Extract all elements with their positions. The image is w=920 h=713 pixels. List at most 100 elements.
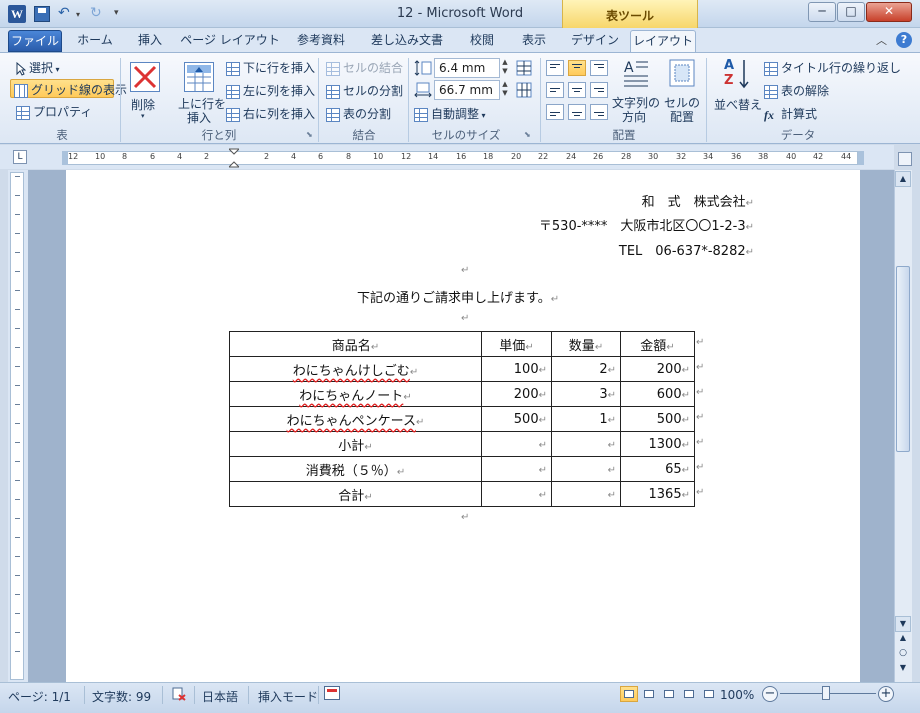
zoom-level[interactable]: 100% — [720, 688, 754, 702]
formula-button[interactable]: fx 計算式 — [764, 105, 817, 122]
header-product[interactable]: 商品名↵ — [229, 331, 482, 357]
tab-selector-button[interactable]: L — [13, 150, 27, 164]
insert-above-button[interactable]: 上に行を 挿入 — [176, 60, 226, 125]
merge-cells-button[interactable]: セルの結合 — [326, 59, 403, 76]
word-count[interactable]: 文字数: 99 — [92, 688, 151, 705]
collapse-ribbon-icon[interactable]: ︿ — [876, 32, 887, 48]
sort-button[interactable]: A Z 並べ替え — [712, 58, 762, 124]
distribute-rows-icon[interactable] — [516, 60, 532, 76]
draft-view-button[interactable] — [700, 686, 718, 702]
cell-unit-price[interactable]: ↵ — [481, 431, 552, 457]
cell-amount[interactable]: 500↵ — [620, 406, 695, 432]
next-page-button[interactable]: ▼ — [895, 663, 911, 677]
insert-mode-indicator[interactable]: 挿入モード — [258, 688, 318, 705]
maximize-button[interactable]: □ — [837, 2, 865, 22]
align-center-right-icon[interactable] — [590, 82, 608, 98]
align-top-center-icon[interactable] — [568, 60, 586, 76]
cell-quantity[interactable]: 2↵ — [551, 356, 621, 382]
insert-left-button[interactable]: 左に列を挿入 — [226, 82, 315, 99]
row-height-input[interactable]: 6.4 mm — [434, 58, 500, 78]
tab-view[interactable]: 表示 — [512, 30, 556, 52]
align-top-right-icon[interactable] — [590, 60, 608, 76]
cell-quantity[interactable]: ↵ — [551, 431, 621, 457]
cell-quantity[interactable]: ↵ — [551, 481, 621, 507]
cell-amount[interactable]: 1365↵ — [620, 481, 695, 507]
tab-file[interactable]: ファイル — [8, 30, 62, 52]
first-line-indent-marker[interactable] — [227, 148, 241, 168]
zoom-out-button[interactable]: − — [762, 686, 778, 702]
cell-product[interactable]: わにちゃんノート↵ — [229, 381, 482, 407]
repeat-header-rows-button[interactable]: タイトル行の繰り返し — [764, 59, 901, 76]
split-cells-button[interactable]: セルの分割 — [326, 82, 403, 99]
align-center-icon[interactable] — [568, 82, 586, 98]
cell-margins-button[interactable]: セルの 配置 — [662, 58, 702, 124]
distribute-columns-icon[interactable] — [516, 82, 532, 98]
tab-layout[interactable]: レイアウト — [630, 30, 696, 52]
page-count[interactable]: ページ: 1/1 — [8, 688, 71, 705]
scroll-thumb[interactable] — [896, 266, 910, 452]
select-browse-object-button[interactable]: ○ — [895, 648, 911, 662]
outline-view-button[interactable] — [680, 686, 698, 702]
insert-below-button[interactable]: 下に行を挿入 — [226, 59, 315, 76]
tab-mailings[interactable]: 差し込み文書 — [362, 30, 452, 52]
print-layout-view-button[interactable] — [620, 686, 638, 702]
cell-amount[interactable]: 65↵ — [620, 456, 695, 482]
cell-product[interactable]: わにちゃんペンケース↵ — [229, 406, 482, 432]
cell-unit-price[interactable]: 500↵ — [481, 406, 552, 432]
close-button[interactable]: ✕ — [866, 2, 912, 22]
cell-product[interactable]: わにちゃんけしごむ↵ — [229, 356, 482, 382]
view-gridlines-button[interactable]: グリッド線の表示 — [14, 81, 127, 98]
minimize-button[interactable]: ─ — [808, 2, 836, 22]
scroll-down-button[interactable]: ▼ — [895, 616, 911, 632]
previous-page-button[interactable]: ▲ — [895, 633, 911, 647]
select-button[interactable]: 選択 ▾ — [16, 59, 60, 76]
scroll-up-button[interactable]: ▲ — [895, 171, 911, 187]
align-center-left-icon[interactable] — [546, 82, 564, 98]
invoice-table[interactable]: 商品名↵ 単価↵ 数量↵ 金額↵ わにちゃんけしごむ↵ 100↵ 2↵ 200↵ わにち… — [229, 331, 695, 507]
help-icon[interactable]: ? — [896, 32, 912, 48]
align-bottom-right-icon[interactable] — [590, 104, 608, 120]
cell-unit-price[interactable]: 100↵ — [481, 356, 552, 382]
cell-unit-price[interactable]: 200↵ — [481, 381, 552, 407]
macro-recording-icon[interactable] — [324, 686, 340, 700]
cell-amount[interactable]: 1300↵ — [620, 431, 695, 457]
header-quantity[interactable]: 数量↵ — [551, 331, 621, 357]
column-width-input[interactable]: 66.7 mm — [434, 80, 500, 100]
cell-quantity[interactable]: ↵ — [551, 456, 621, 482]
full-screen-reading-view-button[interactable] — [640, 686, 658, 702]
cell-amount[interactable]: 200↵ — [620, 356, 695, 382]
column-width-spinner[interactable]: ▲ ▼ — [500, 80, 510, 98]
cell-amount[interactable]: 600↵ — [620, 381, 695, 407]
tab-insert[interactable]: 挿入 — [128, 30, 172, 52]
split-table-button[interactable]: 表の分割 — [326, 105, 391, 122]
insert-right-button[interactable]: 右に列を挿入 — [226, 105, 315, 122]
vertical-ruler-strip[interactable] — [10, 172, 24, 680]
proofing-errors-icon[interactable] — [170, 686, 188, 702]
cell-quantity[interactable]: 3↵ — [551, 381, 621, 407]
cell-product[interactable]: 小計↵ — [229, 431, 482, 457]
zoom-slider-thumb[interactable] — [822, 686, 830, 700]
view-ruler-icon[interactable] — [898, 152, 912, 166]
cell-unit-price[interactable]: ↵ — [481, 456, 552, 482]
align-bottom-center-icon[interactable] — [568, 104, 586, 120]
cell-product[interactable]: 合計↵ — [229, 481, 482, 507]
tab-design[interactable]: デザイン — [566, 30, 624, 52]
tab-review[interactable]: 校閲 — [460, 30, 504, 52]
properties-button[interactable]: プロパティ — [16, 103, 92, 120]
text-direction-button[interactable]: A 文字列の 方向 — [610, 58, 660, 124]
zoom-in-button[interactable]: + — [878, 686, 894, 702]
align-top-left-icon[interactable] — [546, 60, 564, 76]
delete-button[interactable]: 削除 ▾ — [128, 60, 162, 124]
autofit-button[interactable]: 自動調整 ▾ — [414, 105, 486, 122]
web-layout-view-button[interactable] — [660, 686, 678, 702]
cell-unit-price[interactable]: ↵ — [481, 481, 552, 507]
rows-columns-launcher-icon[interactable]: ⬊ — [306, 130, 313, 139]
convert-to-text-button[interactable]: 表の解除 — [764, 82, 829, 99]
align-bottom-left-icon[interactable] — [546, 104, 564, 120]
row-height-spinner[interactable]: ▲ ▼ — [500, 58, 510, 76]
cell-product[interactable]: 消費税（５％）↵ — [229, 456, 482, 482]
tab-home[interactable]: ホーム — [70, 30, 120, 52]
header-amount[interactable]: 金額↵ — [620, 331, 695, 357]
cell-quantity[interactable]: 1↵ — [551, 406, 621, 432]
cell-size-launcher-icon[interactable]: ⬊ — [524, 130, 531, 139]
